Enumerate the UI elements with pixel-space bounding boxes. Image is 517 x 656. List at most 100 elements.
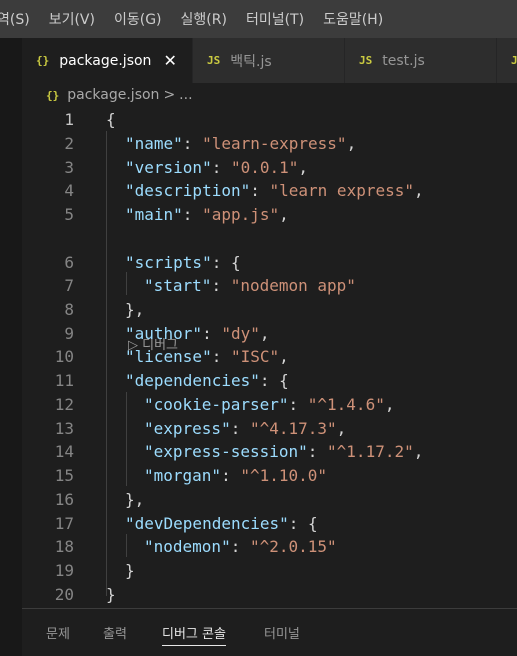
- json-punctuation: ,: [259, 324, 270, 343]
- json-key: "cookie-parser": [144, 395, 289, 414]
- code-text: },: [125, 298, 144, 321]
- json-string: "ISC": [230, 347, 280, 366]
- json-punctuation: :: [307, 442, 328, 461]
- code-text: }: [106, 583, 116, 606]
- js-file-icon: JS: [359, 54, 373, 67]
- json-key: "dependencies": [125, 371, 260, 390]
- line-number: 16: [54, 490, 74, 509]
- code-text: "express": "^4.17.3",: [144, 417, 346, 440]
- json-punctuation: ,: [413, 442, 424, 461]
- json-punctuation: : {: [288, 514, 318, 533]
- json-punctuation: :: [182, 134, 203, 153]
- code-editor[interactable]: ▷ 디버그 1{2 "name": "learn-express", 3 "versi…: [22, 108, 517, 608]
- line-number: 15: [54, 466, 74, 485]
- json-key: "start": [144, 276, 212, 295]
- code-text: "scripts": {: [125, 251, 241, 274]
- json-string: "dy": [221, 324, 260, 343]
- line-number: 1: [64, 110, 74, 129]
- json-punctuation: :: [182, 205, 203, 224]
- json-punctuation: ,: [279, 347, 289, 366]
- json-punctuation: :: [230, 419, 250, 438]
- json-punctuation: : {: [211, 253, 241, 272]
- code-text: "version": "0.0.1",: [125, 156, 308, 179]
- code-text: "morgan": "^1.10.0": [144, 464, 327, 487]
- json-punctuation: :: [221, 466, 241, 485]
- menu-selection[interactable]: 역(S): [0, 9, 30, 29]
- indent-guide: [126, 392, 127, 486]
- menu-view[interactable]: 보기(V): [49, 9, 95, 29]
- breadcrumb-symbol[interactable]: ...: [179, 87, 192, 103]
- indent-guide: [126, 272, 127, 295]
- tab-debug-console[interactable]: 디버그 콘솔: [162, 623, 226, 646]
- indent-guide: [106, 131, 107, 596]
- json-key: "devDependencies": [125, 514, 289, 533]
- json-punctuation: :: [211, 347, 231, 366]
- code-text: "author": "dy",: [125, 322, 270, 345]
- tab-backtick-js[interactable]: JS 백틱.js: [193, 38, 345, 83]
- menu-terminal[interactable]: 터미널(T): [246, 9, 304, 29]
- code-text: "devDependencies": {: [125, 512, 318, 535]
- json-punctuation: ,: [384, 395, 395, 414]
- json-punctuation: :: [202, 324, 222, 343]
- code-text: "start": "nodemon app": [144, 274, 356, 297]
- close-icon[interactable]: ✕: [163, 51, 176, 70]
- json-string: "^1.17.2": [327, 442, 414, 461]
- json-punctuation: : {: [259, 371, 289, 390]
- js-file-icon: JS: [511, 54, 517, 67]
- json-key: "main": [125, 205, 183, 224]
- tab-terminal[interactable]: 터미널: [264, 623, 300, 642]
- json-key: "author": [125, 324, 203, 343]
- json-string: "learn-express": [202, 134, 347, 153]
- tab-label: package.json: [59, 52, 152, 69]
- tab-js-partial[interactable]: JS: [497, 38, 517, 83]
- tab-problems[interactable]: 문제: [46, 623, 70, 642]
- activity-strip: [0, 38, 22, 656]
- json-key: "express-session": [144, 442, 308, 461]
- code-text: "dependencies": {: [125, 369, 289, 392]
- breadcrumb-file[interactable]: package.json: [67, 87, 159, 103]
- json-string: "learn express": [269, 181, 415, 200]
- line-number: 3: [64, 158, 74, 177]
- json-string: "0.0.1": [230, 158, 299, 177]
- line-number: 6: [64, 253, 74, 272]
- code-text: "license": "ISC",: [125, 345, 289, 368]
- tab-package-json[interactable]: {} package.json ✕: [22, 38, 193, 83]
- json-key: "version": [125, 158, 212, 177]
- json-punctuation: ,: [298, 158, 309, 177]
- line-number: 18: [54, 537, 74, 556]
- json-punctuation: },: [125, 300, 145, 319]
- json-punctuation: :: [211, 276, 231, 295]
- menu-run[interactable]: 실행(R): [181, 9, 227, 29]
- line-number: 4: [64, 181, 74, 200]
- code-text: "main": "app.js",: [125, 203, 289, 226]
- json-punctuation: }: [125, 561, 135, 580]
- json-punctuation: :: [250, 181, 270, 200]
- tab-output[interactable]: 출력: [103, 623, 127, 642]
- line-number: 11: [54, 371, 74, 390]
- menu-help[interactable]: 도움말(H): [323, 9, 383, 29]
- breadcrumb-separator: >: [163, 87, 176, 103]
- json-string: "^2.0.15": [249, 537, 337, 556]
- tab-test-js[interactable]: JS test.js: [345, 38, 497, 83]
- json-punctuation: :: [230, 537, 250, 556]
- indent-guide: [126, 534, 127, 557]
- tab-label: test.js: [382, 52, 425, 69]
- code-text: },: [125, 488, 144, 511]
- tab-label: 백틱.js: [230, 53, 272, 70]
- menu-go[interactable]: 이동(G): [114, 9, 162, 29]
- json-string: "nodemon app": [230, 276, 356, 295]
- line-number: 20: [54, 585, 74, 604]
- js-file-icon: JS: [207, 54, 221, 67]
- line-number: 7: [64, 276, 74, 295]
- json-string: "^1.4.6": [307, 395, 385, 414]
- json-key: "description": [125, 181, 251, 200]
- code-text: "nodemon": "^2.0.15": [144, 535, 337, 558]
- json-punctuation: }: [106, 585, 116, 604]
- json-file-icon: {}: [46, 88, 60, 102]
- line-number: 19: [54, 561, 74, 580]
- json-punctuation: ,: [336, 419, 347, 438]
- json-string: "app.js": [202, 205, 280, 224]
- line-number: 17: [54, 514, 74, 533]
- json-key: "express": [144, 419, 231, 438]
- menu-bar: 역(S) 보기(V) 이동(G) 실행(R) 터미널(T) 도움말(H): [0, 0, 517, 38]
